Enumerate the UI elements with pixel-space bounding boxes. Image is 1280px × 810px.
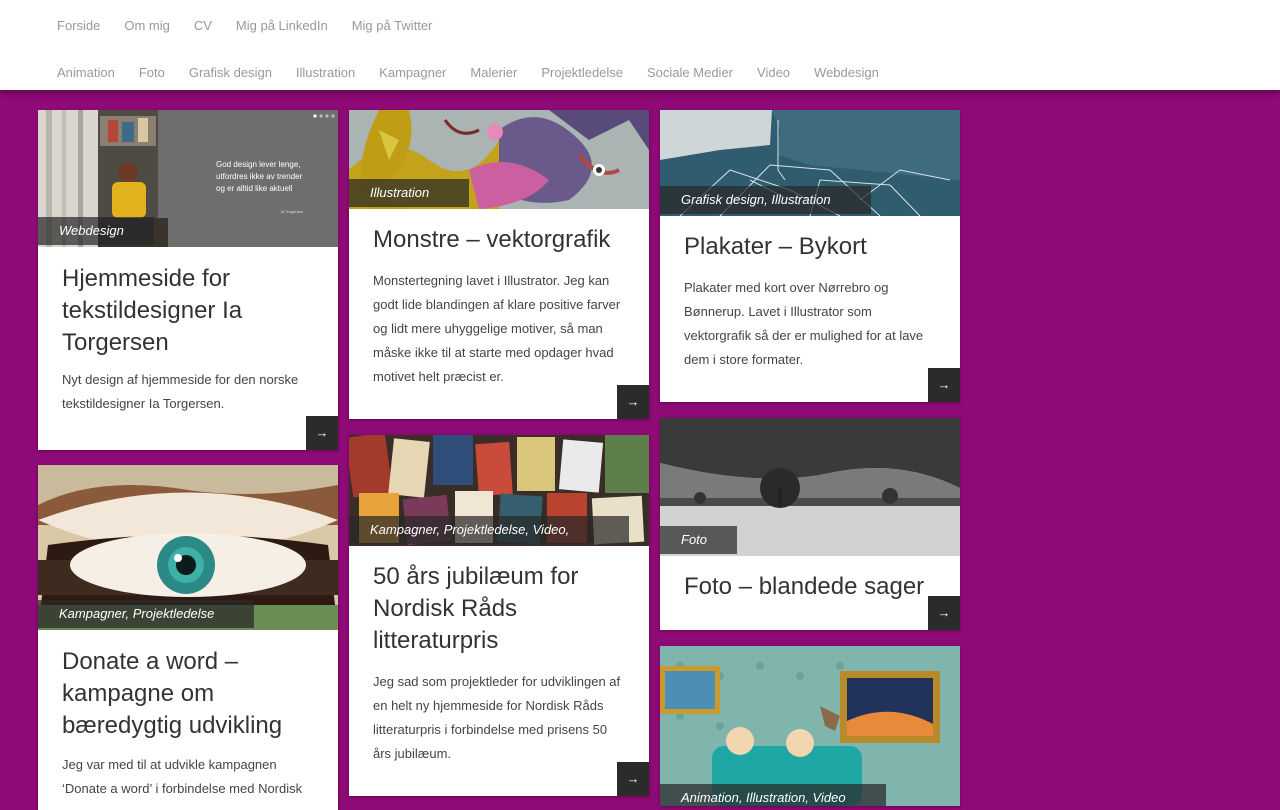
- post-thumbnail[interactable]: Foto: [660, 418, 960, 556]
- category-separator: ,: [565, 522, 570, 537]
- category-link[interactable]: Illustration: [771, 192, 830, 207]
- nav-link-mig-på-twitter[interactable]: Mig på Twitter: [340, 18, 445, 34]
- category-nav: Animation Foto Grafisk design Illustration K…: [45, 65, 891, 81]
- post-title[interactable]: Monstre – vektorgrafik: [349, 224, 649, 256]
- nav-link-forside[interactable]: Forside: [45, 18, 112, 34]
- category-link[interactable]: Foto: [681, 532, 707, 547]
- category-separator: ,: [125, 606, 133, 621]
- post-thumbnail[interactable]: Animation, Illustration, Video: [660, 646, 960, 806]
- category-link[interactable]: Projektledelse: [444, 522, 526, 537]
- post-card-foto[interactable]: Foto Foto – blandede sager →: [660, 418, 960, 630]
- post-title[interactable]: Plakater – Bykort: [660, 231, 960, 263]
- post-thumbnail[interactable]: Grafisk design, Illustration: [660, 110, 960, 216]
- category-link[interactable]: Illustration: [370, 185, 429, 200]
- category-link[interactable]: Video: [813, 790, 846, 805]
- post-card-nordisk-raad[interactable]: Kampagner, Projektledelse, Video, 50 års…: [349, 435, 649, 796]
- post-excerpt: Nyt design af hjemmeside for den norske …: [62, 372, 299, 411]
- category-link-malerier[interactable]: Malerier: [458, 65, 529, 81]
- nav-link-mig-på-linkedin[interactable]: Mig på LinkedIn: [224, 18, 340, 34]
- read-more-arrow-button[interactable]: →: [928, 368, 960, 402]
- category-link-webdesign[interactable]: Webdesign: [802, 65, 891, 81]
- category-link-grafisk-design[interactable]: Grafisk design: [177, 65, 284, 81]
- category-link-kampagner[interactable]: Kampagner: [367, 65, 458, 81]
- post-card-plakater[interactable]: Grafisk design, Illustration Plakater – …: [660, 110, 960, 402]
- category-link-video[interactable]: Video: [745, 65, 802, 81]
- post-categories: Foto: [660, 526, 738, 554]
- nav-link-cv[interactable]: CV: [182, 18, 224, 34]
- post-categories: Illustration: [349, 179, 470, 207]
- read-more-arrow-button[interactable]: →: [617, 385, 649, 419]
- slide-quote-author: Ia Torgersen: [281, 209, 303, 214]
- category-separator: ,: [738, 790, 747, 805]
- post-categories: Kampagner, Projektledelse, Video,: [349, 516, 630, 544]
- post-thumbnail[interactable]: Illustration: [349, 110, 649, 209]
- category-link[interactable]: Kampagner: [59, 606, 126, 621]
- category-link[interactable]: Animation: [681, 790, 739, 805]
- post-title[interactable]: Donate a word – kampagne om bæredygtig u…: [38, 646, 338, 742]
- post-excerpt: Jeg var med til at udvikle kampagnen ‘Do…: [62, 757, 303, 796]
- post-categories: Kampagner, Projektledelse: [38, 600, 255, 628]
- post-excerpt: Monstertegning lavet i Illustrator. Jeg …: [373, 273, 621, 384]
- category-separator: ,: [525, 522, 533, 537]
- slide-quote-line-1: God design lever lenge,: [216, 160, 301, 169]
- post-card-ia-torgersen[interactable]: God design lever lenge, utfordres ikke a…: [38, 110, 338, 450]
- category-link-animation[interactable]: Animation: [45, 65, 127, 81]
- post-card-donate-a-word[interactable]: Kampagner, Projektledelse Donate a word …: [38, 465, 338, 810]
- post-title[interactable]: Foto – blandede sager: [660, 571, 960, 603]
- primary-nav: Forside Om mig CV Mig på LinkedIn Mig på Twi…: [45, 18, 444, 34]
- read-more-arrow-button[interactable]: →: [306, 416, 338, 450]
- category-link[interactable]: Video: [533, 522, 566, 537]
- category-link[interactable]: Illustration: [746, 790, 805, 805]
- slide-quote-line-2: utfordres ikke av trender: [216, 172, 303, 181]
- category-link[interactable]: Kampagner: [370, 522, 437, 537]
- post-card-animation[interactable]: Animation, Illustration, Video: [660, 646, 960, 806]
- animation-illustration: [660, 646, 960, 806]
- category-link-sociale-medier[interactable]: Sociale Medier: [635, 65, 745, 81]
- post-excerpt: Jeg sad som projektleder for udviklingen…: [373, 674, 621, 761]
- slide-quote-line-3: og er alltid like aktuell: [216, 184, 293, 193]
- category-link[interactable]: Projektledelse: [133, 606, 215, 621]
- post-categories: Webdesign: [38, 217, 154, 245]
- category-link-illustration[interactable]: Illustration: [284, 65, 367, 81]
- post-thumbnail[interactable]: Kampagner, Projektledelse, Video,: [349, 435, 649, 546]
- category-link[interactable]: Webdesign: [59, 223, 124, 238]
- site-header: Forside Om mig CV Mig på LinkedIn Mig på Twi…: [0, 0, 1280, 90]
- post-title[interactable]: 50 års jubilæum for Nordisk Råds littera…: [349, 561, 649, 657]
- read-more-arrow-button[interactable]: →: [928, 596, 960, 630]
- post-title[interactable]: Hjemmeside for tekstildesigner Ia Torger…: [38, 263, 338, 359]
- post-thumbnail[interactable]: God design lever lenge, utfordres ikke a…: [38, 110, 338, 247]
- post-categories: Animation, Illustration, Video: [660, 784, 886, 806]
- post-excerpt: Plakater med kort over Nørrebro og Bønne…: [684, 280, 924, 367]
- post-card-monstre[interactable]: Illustration Monstre – vektorgrafik Mons…: [349, 110, 649, 419]
- post-categories: Grafisk design, Illustration: [660, 186, 871, 214]
- read-more-arrow-button[interactable]: →: [617, 762, 649, 796]
- category-separator: ,: [436, 522, 444, 537]
- post-thumbnail[interactable]: Kampagner, Projektledelse: [38, 465, 338, 630]
- category-link-projektledelse[interactable]: Projektledelse: [529, 65, 635, 81]
- nav-link-om-mig[interactable]: Om mig: [112, 18, 182, 34]
- category-link[interactable]: Grafisk design: [681, 192, 764, 207]
- category-separator: ,: [805, 790, 813, 805]
- category-link-foto[interactable]: Foto: [127, 65, 177, 81]
